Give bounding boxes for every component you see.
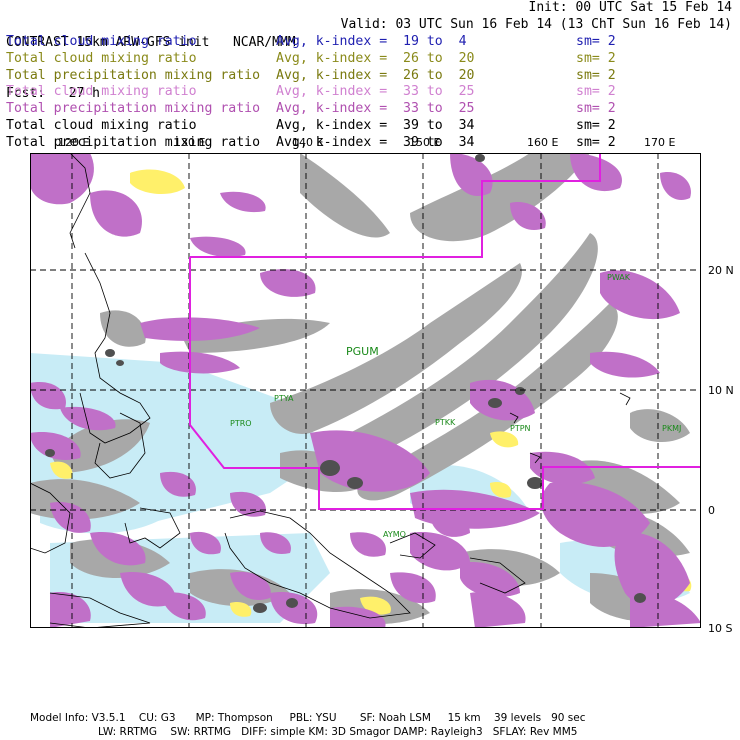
station-ptkk: PTKK [435, 418, 456, 427]
station-ptya: PTYA [274, 394, 294, 403]
lat-label-equator: 0 [708, 504, 715, 517]
init-time: Init: 00 UTC Sat 15 Feb 14 [528, 0, 733, 15]
footer-physics-info: LW: RRTMG SW: RRTMG DIFF: simple KM: 3D … [98, 726, 578, 738]
station-aymo: AYMO [383, 530, 406, 539]
lat-label-20n: 20 N [708, 264, 734, 277]
station-pwak: PWAK [607, 273, 631, 282]
lon-label-130e: 130 E [174, 136, 206, 149]
lon-label-170e: 170 E [644, 136, 676, 149]
field-name: Total cloud mixing ratio [6, 34, 197, 49]
field-name: Total cloud mixing ratio [6, 84, 197, 100]
field-smoothing: sm= 2 [576, 117, 616, 133]
field-name: Total precipitation mixing ratio [6, 67, 261, 83]
field-avg-range: Avg, k-index = 39 to 34 [276, 117, 475, 133]
field-avg-range: Avg, k-index = 19 to 4 [276, 34, 467, 49]
lon-label-160e: 160 E [527, 136, 559, 149]
forecast-map: PWAK PGUM PTYA PTRO PTKK PTPN PKMJ AYMO [30, 153, 701, 628]
valid-time: Valid: 03 UTC Sun 16 Feb 14 (13 ChT Sun … [340, 17, 732, 32]
field-avg-range: Avg, k-index = 33 to 25 [276, 84, 475, 100]
station-pgum: PGUM [346, 345, 379, 358]
field-name: Total cloud mixing ratio [6, 117, 197, 133]
field-smoothing: sm= 2 [576, 34, 616, 49]
field-smoothing: sm= 2 [576, 84, 616, 100]
field-name: Total precipitation mixing ratio [6, 134, 261, 150]
lon-label-120e: 120 E [58, 136, 90, 149]
field-smoothing: sm= 2 [576, 101, 616, 117]
field-smoothing: sm= 2 [576, 50, 616, 66]
field-name: Total cloud mixing ratio [6, 50, 197, 66]
lat-label-10s: 10 S [708, 622, 733, 635]
field-avg-range: Avg, k-index = 33 to 25 [276, 101, 475, 117]
field-name: Total precipitation mixing ratio [6, 101, 261, 117]
lon-label-140e: 140 E [292, 136, 324, 149]
field-avg-range: Avg, k-index = 26 to 20 [276, 50, 475, 66]
lat-label-10n: 10 N [708, 384, 734, 397]
station-ptro: PTRO [230, 419, 252, 428]
footer-model-info: Model Info: V3.5.1 CU: G3 MP: Thompson P… [30, 712, 586, 724]
station-ptpn: PTPN [510, 424, 531, 433]
station-pkmj: PKMJ [662, 424, 681, 433]
field-smoothing: sm= 2 [576, 134, 616, 150]
field-avg-range: Avg, k-index = 26 to 20 [276, 67, 475, 83]
lon-label-150e: 150 E [409, 136, 441, 149]
field-smoothing: sm= 2 [576, 67, 616, 83]
